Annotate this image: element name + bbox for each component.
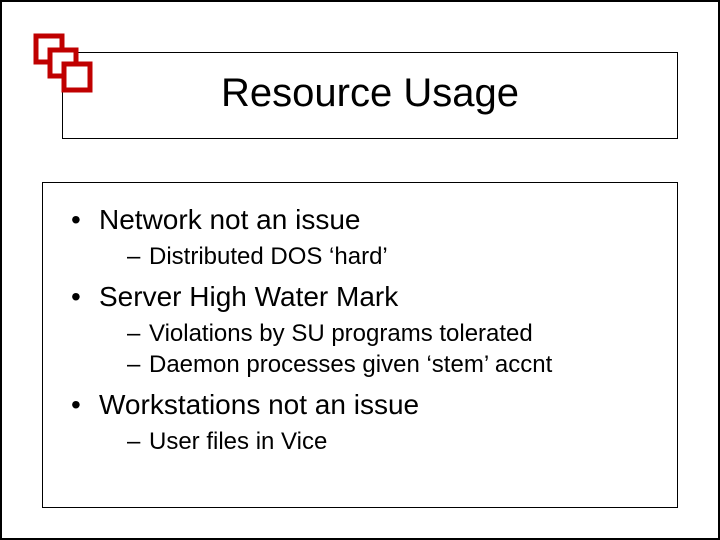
sub-bullet-item: Violations by SU programs tolerated bbox=[127, 318, 657, 349]
sub-bullet-item: Distributed DOS ‘hard’ bbox=[127, 241, 657, 272]
sub-bullet-list: Distributed DOS ‘hard’ bbox=[99, 241, 657, 272]
bullet-item: Server High Water Mark Violations by SU … bbox=[71, 278, 657, 380]
overlapping-squares-icon bbox=[30, 30, 94, 94]
sub-bullet-item: User files in Vice bbox=[127, 426, 657, 457]
slide-title: Resource Usage bbox=[73, 71, 667, 116]
bullet-text: Server High Water Mark bbox=[99, 281, 398, 312]
bullet-text: Network not an issue bbox=[99, 204, 360, 235]
sub-bullet-list: User files in Vice bbox=[99, 426, 657, 457]
sub-bullet-list: Violations by SU programs tolerated Daem… bbox=[99, 318, 657, 380]
bullet-text: Workstations not an issue bbox=[99, 389, 419, 420]
sub-bullet-item: Daemon processes given ‘stem’ accnt bbox=[127, 349, 657, 380]
bullet-item: Workstations not an issue User files in … bbox=[71, 386, 657, 457]
body-box: Network not an issue Distributed DOS ‘ha… bbox=[42, 182, 678, 508]
title-box: Resource Usage bbox=[62, 52, 678, 139]
bullet-list: Network not an issue Distributed DOS ‘ha… bbox=[63, 201, 657, 457]
bullet-item: Network not an issue Distributed DOS ‘ha… bbox=[71, 201, 657, 272]
slide: Resource Usage Network not an issue Dist… bbox=[0, 0, 720, 540]
